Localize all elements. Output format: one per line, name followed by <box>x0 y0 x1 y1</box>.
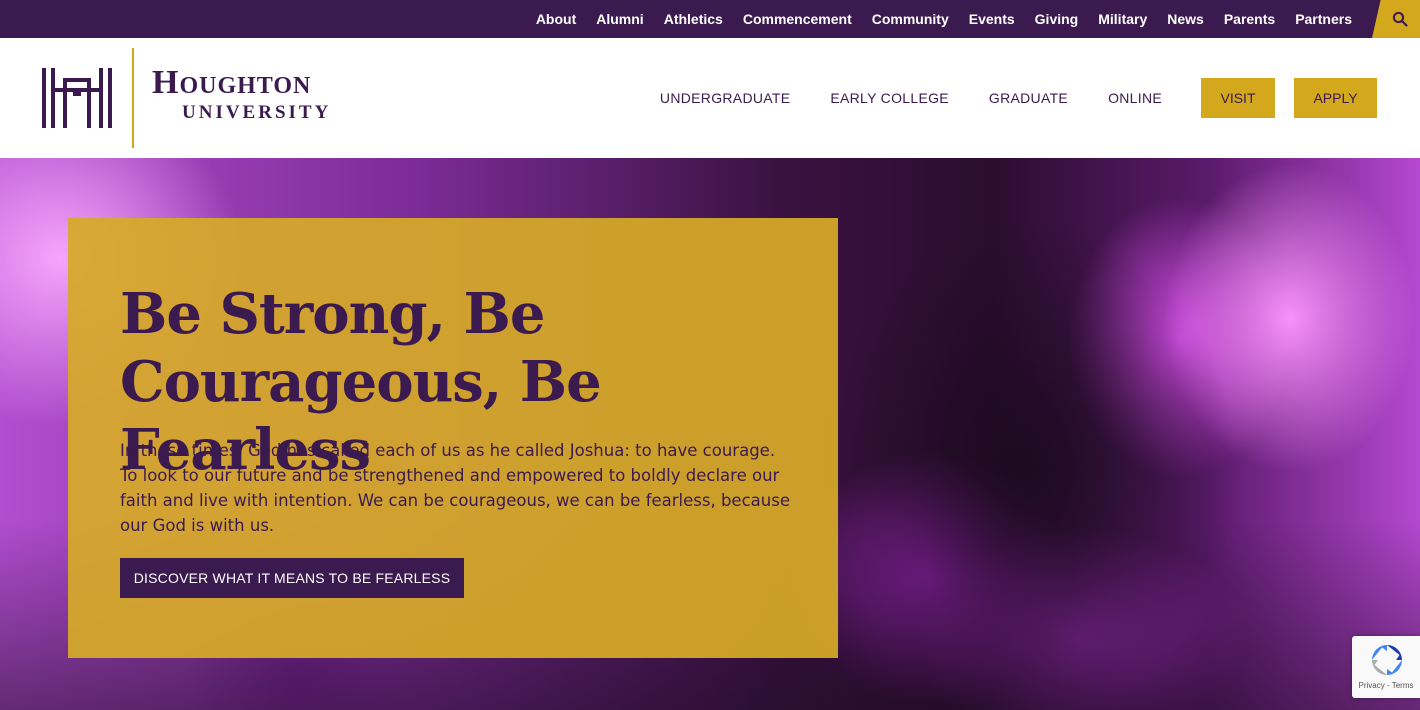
utility-link-news[interactable]: News <box>1167 11 1204 27</box>
utility-link-about[interactable]: About <box>536 11 576 27</box>
hero-section: Be Strong, Be Courageous, Be Fearless In… <box>0 158 1420 710</box>
utility-link-community[interactable]: Community <box>872 11 949 27</box>
utility-bar: About Alumni Athletics Commencement Comm… <box>0 0 1420 38</box>
utility-link-events[interactable]: Events <box>969 11 1015 27</box>
houghton-h-mark-icon <box>42 68 112 128</box>
hero-card: Be Strong, Be Courageous, Be Fearless In… <box>68 218 838 658</box>
utility-nav: About Alumni Athletics Commencement Comm… <box>536 0 1352 38</box>
utility-link-alumni[interactable]: Alumni <box>596 11 643 27</box>
logo-word-university: UNIVERSITY <box>182 102 332 123</box>
main-header: Houghton UNIVERSITY UNDERGRADUATE EARLY … <box>0 38 1420 158</box>
visit-button[interactable]: VISIT <box>1201 78 1275 118</box>
logo-word-houghton: Houghton <box>152 64 312 101</box>
utility-link-parents[interactable]: Parents <box>1224 11 1275 27</box>
nav-early-college[interactable]: EARLY COLLEGE <box>830 90 949 106</box>
main-nav: UNDERGRADUATE EARLY COLLEGE GRADUATE ONL… <box>660 38 1162 158</box>
search-button[interactable] <box>1372 0 1420 38</box>
nav-graduate[interactable]: GRADUATE <box>989 90 1068 106</box>
nav-online[interactable]: ONLINE <box>1108 90 1162 106</box>
recaptcha-badge[interactable]: Privacy - Terms <box>1352 636 1420 698</box>
utility-link-partners[interactable]: Partners <box>1295 11 1352 27</box>
recaptcha-icon <box>1372 645 1402 675</box>
utility-link-giving[interactable]: Giving <box>1035 11 1079 27</box>
discover-fearless-button[interactable]: DISCOVER WHAT IT MEANS TO BE FEARLESS <box>120 558 464 598</box>
utility-link-commencement[interactable]: Commencement <box>743 11 852 27</box>
apply-button[interactable]: APPLY <box>1294 78 1377 118</box>
hero-body-text: In these times, God has called each of u… <box>120 441 790 535</box>
recaptcha-privacy-terms[interactable]: Privacy - Terms <box>1352 681 1420 690</box>
utility-link-athletics[interactable]: Athletics <box>664 11 723 27</box>
nav-undergraduate[interactable]: UNDERGRADUATE <box>660 90 790 106</box>
utility-link-military[interactable]: Military <box>1098 11 1147 27</box>
logo-wordmark: Houghton UNIVERSITY <box>152 64 362 124</box>
logo-divider <box>132 48 134 148</box>
search-icon <box>1392 11 1408 27</box>
